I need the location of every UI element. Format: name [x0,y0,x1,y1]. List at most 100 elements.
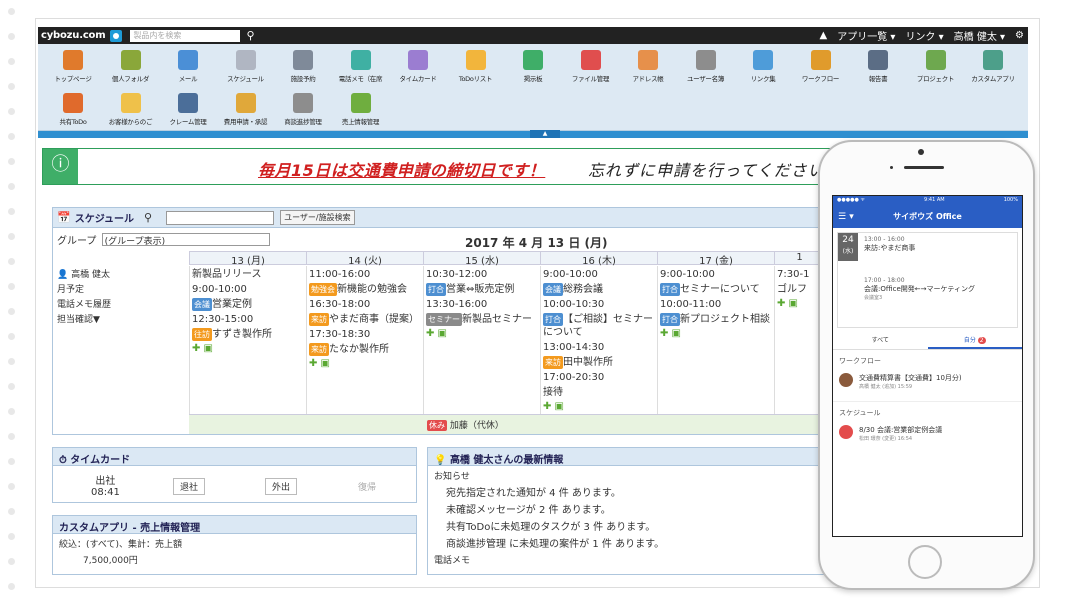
app-10[interactable]: アドレス帳 [623,44,673,86]
day-column[interactable]: 11:00-16:00 勉強会 新機能の勉強会 16:30-18:00 来訪 やまだ商事（… [306,266,423,414]
home-icon[interactable] [110,29,123,42]
phone-tab-all[interactable]: すべて [833,332,928,349]
schedule-event[interactable]: 11:00-16:00 [309,268,421,281]
app-5[interactable]: 電話メモ（在席 [336,44,386,86]
schedule-event[interactable]: 9:00-10:00 [543,268,655,281]
clockout-button[interactable]: 退社 [173,478,206,495]
app-12[interactable]: リンク集 [738,44,788,86]
schedule-event[interactable]: 勉強会 新機能の勉強会 [309,283,421,296]
app2-1[interactable]: お客様からのご [106,87,156,129]
app-6[interactable]: タイムカード [393,44,443,86]
out-button[interactable]: 外出 [265,478,298,495]
schedule-search-input[interactable] [166,210,275,225]
schedule-event[interactable]: 打合 新プロジェクト相談 [660,313,772,326]
schedule-event[interactable]: 接待 [543,386,655,399]
app-14[interactable]: 報告書 [853,44,903,86]
assignee-link[interactable]: 担当確認▼ [57,313,111,328]
schedule-event[interactable]: 新製品リリース [192,268,304,281]
app-13[interactable]: ワークフロー [796,44,846,86]
app-3[interactable]: スケジュール [221,44,271,86]
return-button[interactable]: 復帰 [358,480,376,493]
schedule-event[interactable]: 打合 営業⇔販売定例 [426,283,538,296]
schedule-event[interactable]: 17:30-18:30 [309,328,421,341]
day-5[interactable]: 1 [774,252,824,264]
schedule-event[interactable]: 10:00-10:30 [543,298,655,311]
app-1[interactable]: 個人フォルダ [106,44,156,86]
group-select[interactable]: (グループ表示) [101,233,270,247]
search-input[interactable]: 製品内を検索 [130,29,241,42]
month-link[interactable]: 月予定 [57,283,111,298]
schedule-event[interactable]: 打合 【ご相談】セミナーについて [543,313,655,339]
app-9[interactable]: ファイル管理 [566,44,616,86]
news-line[interactable]: 宛先指定された通知が 4 件 あります。 [446,485,826,502]
app-2[interactable]: メール [163,44,213,86]
add-event-icon[interactable]: ✚ ▣ [660,328,772,339]
schedule-event[interactable]: 来訪 やまだ商事（提案） [309,313,421,326]
app-7[interactable]: ToDoリスト [451,44,501,86]
day-3[interactable]: 16 (木) [540,252,657,267]
schedule-event[interactable]: 10:30-12:00 [426,268,538,281]
notice-link[interactable]: 毎月15日は交通費申請の締切日です！ [258,157,545,181]
app2-2[interactable]: クレーム管理 [163,87,213,129]
all-day-event[interactable]: 休み 加藤（代休） [427,418,504,431]
schedule-event[interactable]: 16:30-18:00 [309,298,421,311]
phone-workflow-item[interactable]: 交通費精算書【交通費】10月分) 高橋 健太 (追加) 15:59 [833,370,1022,393]
day-column[interactable]: 9:00-10:00 会議 総務会議 10:00-10:30 打合 【ご相談】セミナーにつ… [540,266,657,414]
day-2[interactable]: 15 (水) [423,252,540,267]
phone-schedule-card[interactable]: 24 (水) 13:00 - 16:00 来訪:やまだ商事 17:00 - 18:0… [837,232,1018,328]
bell-icon[interactable]: ▲ [820,30,828,41]
search-icon[interactable]: ⚲ [246,29,254,42]
app2-0[interactable]: 共有ToDo [48,87,98,129]
day-0[interactable]: 13 (月) [189,252,306,267]
day-column[interactable]: 10:30-12:00 打合 営業⇔販売定例 13:30-16:00 セミナー 新製品セミ… [423,266,540,414]
day-1[interactable]: 14 (火) [306,252,423,267]
links-menu[interactable]: リンク ▾ [905,28,943,43]
user-facility-search-button[interactable]: ユーザー/施設検索 [280,210,355,225]
user-name[interactable]: 👤 高橋 健太 [57,268,111,283]
add-event-icon[interactable]: ✚ ▣ [777,298,822,309]
schedule-event[interactable]: 9:00-10:00 [192,283,304,296]
phone-tab-me[interactable]: 自分 2 [927,332,1022,349]
collapse-button[interactable]: ▲ [530,130,560,138]
phone-schedule-item[interactable]: 8/30 会議:営業部定例会議 松田 環奈 (変更) 16:54 [833,422,1022,445]
user-menu[interactable]: 高橋 健太 ▾ [954,28,1005,43]
day-column[interactable]: 7:30-1 ゴルフ ✚ ▣ [774,266,824,414]
gear-icon[interactable]: ⚙ [1015,30,1024,41]
schedule-event[interactable]: 10:00-11:00 [660,298,772,311]
schedule-event[interactable]: 来訪 たなか製作所 [309,343,421,356]
add-event-icon[interactable]: ✚ ▣ [309,358,421,369]
schedule-event[interactable]: 17:00-20:30 [543,371,655,384]
phone-memo-link[interactable]: 電話メモ履歴 [57,298,111,313]
app2-5[interactable]: 売上情報管理 [336,87,386,129]
schedule-event[interactable]: ゴルフ [777,283,822,296]
day-column[interactable]: 新製品リリース 9:00-10:00 会議 営業定例 12:30-15:00 往訪 すずき製… [189,266,306,414]
app-0[interactable]: トップページ [48,44,98,86]
app-8[interactable]: 掲示板 [508,44,558,86]
news-line[interactable]: 共有ToDoに未処理のタスクが 3 件 あります。 [446,519,826,536]
app2-4[interactable]: 商談進捗管理 [278,87,328,129]
schedule-event[interactable]: 13:00-14:30 [543,341,655,354]
add-event-icon[interactable]: ✚ ▣ [426,328,538,339]
schedule-event[interactable]: 7:30-1 [777,268,822,281]
schedule-event[interactable]: 来訪 田中製作所 [543,356,655,369]
schedule-title[interactable]: スケジュール [75,210,134,225]
menu-icon[interactable]: ☰ ▾ [838,206,854,228]
schedule-event[interactable]: 打合 セミナーについて [660,283,772,296]
schedule-event[interactable]: 会議 総務会議 [543,283,655,296]
app-16[interactable]: カスタムアプリ [968,44,1018,86]
schedule-event[interactable]: 9:00-10:00 [660,268,772,281]
schedule-event[interactable]: 13:30-16:00 [426,298,538,311]
search-icon[interactable]: ⚲ [144,211,152,224]
news-line[interactable]: 商談進捗管理 に未処理の案件が 1 件 あります。 [446,536,826,553]
app2-3[interactable]: 費用申請・承認 [221,87,271,129]
schedule-event[interactable]: 12:30-15:00 [192,313,304,326]
apps-menu[interactable]: アプリ一覧 ▾ [837,28,895,43]
schedule-event[interactable]: 会議 営業定例 [192,298,304,311]
add-event-icon[interactable]: ✚ ▣ [543,401,655,412]
app-4[interactable]: 施設予約 [278,44,328,86]
schedule-event[interactable]: セミナー 新製品セミナー [426,313,538,326]
day-4[interactable]: 17 (金) [657,252,774,267]
day-column[interactable]: 9:00-10:00 打合 セミナーについて 10:00-11:00 打合 新プロジェクト… [657,266,774,414]
add-event-icon[interactable]: ✚ ▣ [192,343,304,354]
app-15[interactable]: プロジェクト [911,44,961,86]
